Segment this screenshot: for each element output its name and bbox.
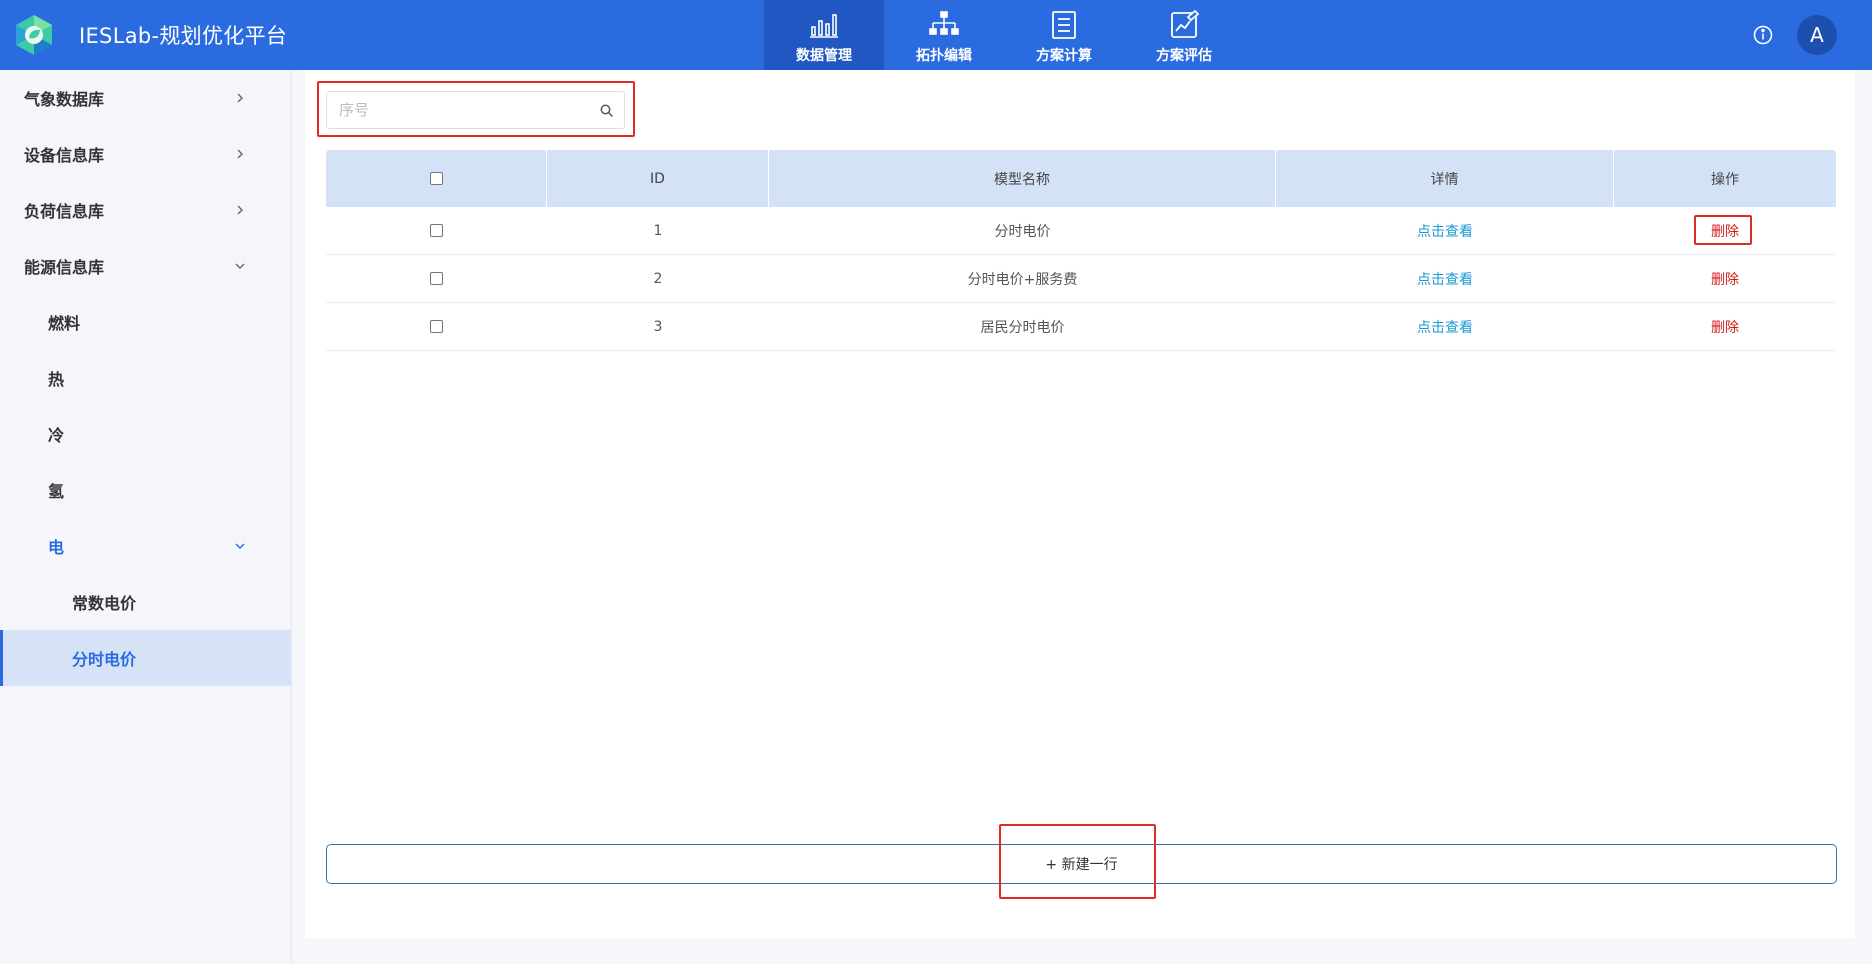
sidebar-item-label: 设备信息库 [24,146,105,165]
cell-model-name: 分时电价+服务费 [967,271,1078,288]
header-select-all [326,150,547,207]
hierarchy-icon [929,11,959,35]
user-avatar[interactable]: A [1797,15,1837,55]
table-row: 1 分时电价 点击查看 删除 [326,207,1836,255]
header-model-name: 模型名称 [769,150,1276,207]
select-all-checkbox[interactable] [429,172,443,185]
delete-link[interactable]: 删除 [1711,269,1739,289]
sidebar: 气象数据库 设备信息库 负荷信息库 能源信息库 燃料 热 冷 氢 电 常数电价 … [0,70,292,964]
view-detail-link[interactable]: 点击查看 [1417,317,1473,337]
sidebar-item-label: 气象数据库 [24,90,105,109]
sidebar-item-label: 冷 [48,426,65,445]
detail-cell: 点击查看 [1276,255,1614,302]
bar-chart-icon [810,14,838,38]
action-cell: 删除 [1614,207,1836,254]
sidebar-item-cold[interactable]: 冷 [0,406,292,462]
chevron-right-icon [237,205,243,215]
sidebar-item-label: 燃料 [48,314,81,333]
sidebar-item-load-db[interactable]: 负荷信息库 [0,182,292,238]
row-checkbox[interactable] [430,224,443,237]
action-cell: 删除 [1614,303,1836,350]
row-checkbox[interactable] [430,320,443,333]
row-select-cell [326,255,547,302]
search-input[interactable] [327,92,577,128]
sidebar-item-constant-price[interactable]: 常数电价 [0,574,292,630]
chevron-down-icon [235,263,245,269]
table-row: 3 居民分时电价 点击查看 删除 [326,303,1836,351]
nav-topology-edit[interactable]: 拓扑编辑 [884,0,1004,70]
sidebar-item-label: 氢 [48,482,65,501]
cell-id: 1 [653,222,663,239]
nav-label: 拓扑编辑 [916,48,972,64]
search-icon[interactable] [599,103,615,119]
action-cell: 删除 [1614,255,1836,302]
cell-model-name: 居民分时电价 [980,319,1065,336]
chevron-right-icon [237,93,243,103]
top-header: IESLab-规划优化平台 数据管理 拓扑编辑 方案计算 方案评估 A [0,0,1872,70]
detail-cell: 点击查看 [1276,207,1614,254]
header-id: ID [547,150,769,207]
search-box [326,91,625,129]
nav-plan-calculation[interactable]: 方案计算 [1004,0,1124,70]
delete-link[interactable]: 删除 [1711,317,1739,337]
sidebar-item-label: 负荷信息库 [24,202,105,221]
model-table: ID 模型名称 详情 操作 1 分时电价 点击查看 删除 2 分时电价+服务费 … [326,150,1836,351]
sidebar-item-label: 热 [48,370,65,389]
nav-label: 数据管理 [796,48,852,64]
sidebar-item-tou-price[interactable]: 分时电价 [0,630,291,686]
table-row: 2 分时电价+服务费 点击查看 删除 [326,255,1836,303]
row-select-cell [326,207,547,254]
sidebar-item-heat[interactable]: 热 [0,350,292,406]
cell-id: 2 [653,270,663,287]
nav-label: 方案计算 [1036,48,1092,64]
view-detail-link[interactable]: 点击查看 [1417,269,1473,289]
sidebar-item-hydrogen[interactable]: 氢 [0,462,292,518]
chevron-right-icon [237,149,243,159]
sidebar-item-label: 分时电价 [72,650,137,669]
sidebar-item-energy-db[interactable]: 能源信息库 [0,238,292,294]
cell-id: 3 [653,318,663,335]
sidebar-item-label: 常数电价 [72,594,137,613]
view-detail-link[interactable]: 点击查看 [1417,221,1473,241]
sidebar-item-equipment-db[interactable]: 设备信息库 [0,126,292,182]
top-nav: 数据管理 拓扑编辑 方案计算 方案评估 [764,0,1244,70]
table-header: ID 模型名称 详情 操作 [326,150,1836,207]
sidebar-item-electricity[interactable]: 电 [0,518,292,574]
document-list-icon [1052,11,1076,39]
sidebar-item-label: 能源信息库 [24,258,105,277]
add-row-button[interactable]: + 新建一行 [326,844,1837,884]
sidebar-item-weather-db[interactable]: 气象数据库 [0,70,292,126]
sidebar-item-label: 电 [48,538,65,557]
cell-model-name: 分时电价 [994,223,1051,240]
sidebar-item-fuel[interactable]: 燃料 [0,294,292,350]
row-checkbox[interactable] [430,272,443,285]
detail-cell: 点击查看 [1276,303,1614,350]
app-logo-icon [16,15,52,55]
row-select-cell [326,303,547,350]
header-action: 操作 [1711,171,1739,188]
edit-chart-icon [1171,9,1200,38]
header-detail: 详情 [1276,150,1614,207]
delete-link[interactable]: 删除 [1711,221,1739,241]
nav-label: 方案评估 [1156,48,1212,64]
nav-data-management[interactable]: 数据管理 [764,0,884,70]
chevron-down-icon [235,543,245,549]
info-icon[interactable] [1752,24,1774,46]
nav-plan-evaluation[interactable]: 方案评估 [1124,0,1244,70]
app-title: IESLab-规划优化平台 [79,24,288,48]
